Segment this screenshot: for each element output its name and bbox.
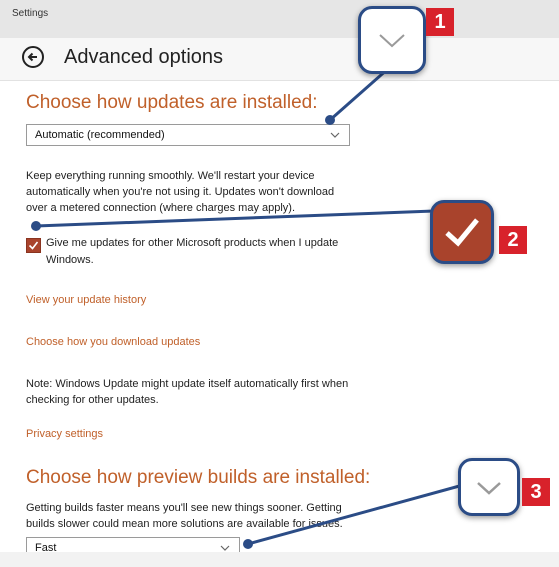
connector-2 <box>35 209 435 228</box>
callout-badge-1: 1 <box>426 8 454 36</box>
connector-1-end <box>325 115 335 125</box>
chevron-down-icon <box>477 482 501 495</box>
callout-preview-dropdown-zoom <box>458 458 520 516</box>
connector-2-end <box>31 221 41 231</box>
checkmark-icon <box>445 218 479 247</box>
callout-dropdown-zoom <box>358 6 426 74</box>
chevron-down-icon <box>379 34 405 48</box>
connector-3 <box>247 480 475 546</box>
callout-badge-3: 3 <box>522 478 550 506</box>
callout-badge-2: 2 <box>499 226 527 254</box>
connector-3-end <box>243 539 253 549</box>
callout-checkbox-zoom <box>430 200 494 264</box>
